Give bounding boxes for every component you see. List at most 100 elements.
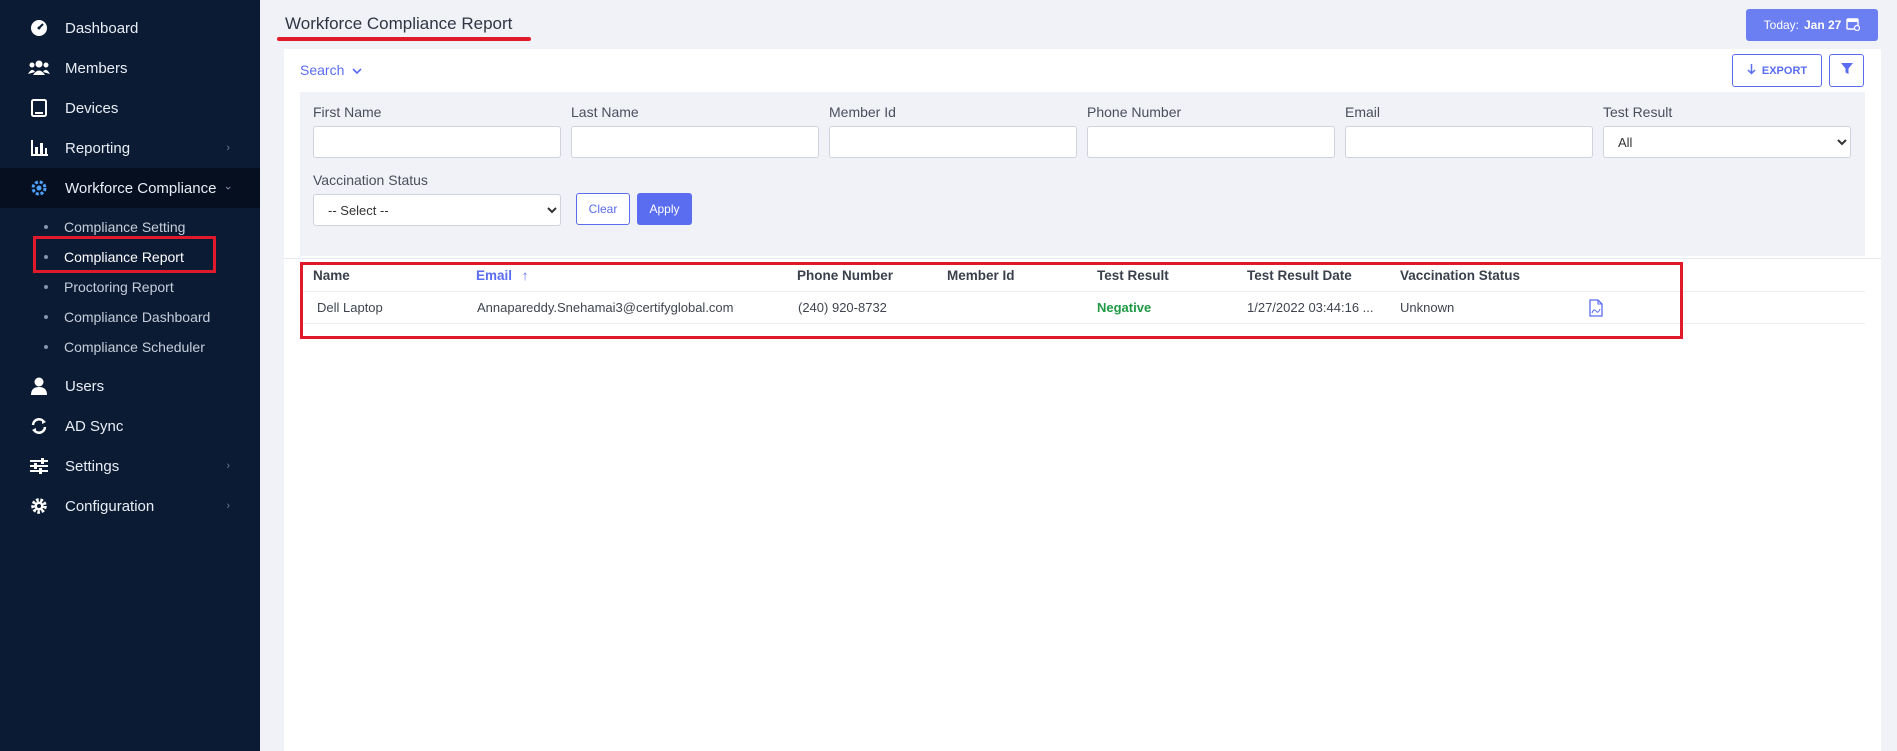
sidebar-item-label: Settings (65, 457, 120, 475)
test-result-label: Test Result (1603, 104, 1673, 120)
email-label: Email (1345, 104, 1381, 120)
tablet-icon (28, 97, 50, 119)
submenu-item-label: Compliance Setting (64, 219, 186, 235)
sidebar-item-label: Configuration (65, 497, 155, 515)
table-row[interactable]: Dell Laptop Annapareddy.Snehamai3@certif… (300, 292, 1865, 324)
test-result-field-group: Test Result All (1603, 104, 1851, 158)
cell-phone: (240) 920-8732 (798, 300, 887, 315)
results-table: Name Email ↑ Phone Number Member Id Test… (300, 260, 1865, 324)
column-header-name[interactable]: Name (313, 260, 350, 292)
sidebar-item-members[interactable]: Members (0, 48, 260, 88)
chevron-right-icon: › (226, 500, 230, 512)
sort-ascending-icon: ↑ (521, 268, 529, 283)
sidebar-item-configuration[interactable]: Configuration › (0, 486, 260, 526)
sidebar-item-reporting[interactable]: Reporting › (0, 128, 260, 168)
today-label: Today: (1763, 18, 1799, 32)
cog-icon (28, 495, 50, 517)
submenu-item-compliance-scheduler[interactable]: Compliance Scheduler (0, 332, 260, 362)
export-button[interactable]: EXPORT (1732, 54, 1822, 87)
submenu-item-label: Compliance Report (64, 249, 184, 265)
vaccination-status-label: Vaccination Status (313, 172, 428, 188)
divider (284, 258, 1881, 259)
bullet-icon (44, 285, 48, 289)
last-name-field-group: Last Name (571, 104, 819, 158)
last-name-input[interactable] (571, 126, 819, 158)
sidebar-item-dashboard[interactable]: Dashboard (0, 8, 260, 48)
search-toggle[interactable]: Search (300, 62, 362, 78)
page-title: Workforce Compliance Report (285, 14, 513, 33)
sidebar-item-label: Dashboard (65, 19, 139, 37)
submenu-item-compliance-report[interactable]: Compliance Report (0, 242, 260, 272)
column-header-member-id[interactable]: Member Id (947, 260, 1015, 292)
submenu-item-label: Compliance Scheduler (64, 339, 205, 355)
column-header-vaccination-status[interactable]: Vaccination Status (1400, 260, 1520, 292)
email-input[interactable] (1345, 126, 1593, 158)
vaccination-status-field-group: Vaccination Status -- Select -- (313, 172, 561, 226)
table-header-row: Name Email ↑ Phone Number Member Id Test… (300, 260, 1865, 292)
chevron-right-icon: › (226, 460, 230, 472)
cell-test-result-date: 1/27/2022 03:44:16 ... (1247, 300, 1374, 315)
pdf-document-icon[interactable] (1589, 299, 1603, 317)
bullet-icon (44, 255, 48, 259)
sidebar-item-label: AD Sync (65, 417, 124, 435)
search-toggle-label: Search (300, 62, 345, 78)
sidebar-item-settings[interactable]: Settings › (0, 446, 260, 486)
filter-panel: First Name Last Name Member Id Phone Num… (300, 92, 1865, 256)
submenu-item-compliance-setting[interactable]: Compliance Setting (0, 212, 260, 242)
title-highlight-underline (277, 37, 531, 41)
sidebar-item-devices[interactable]: Devices (0, 88, 260, 128)
cell-vaccination-status: Unknown (1400, 300, 1455, 315)
bullet-icon (44, 345, 48, 349)
download-arrow-icon (1747, 63, 1756, 78)
bar-chart-icon (28, 137, 50, 159)
apply-button[interactable]: Apply (637, 193, 692, 225)
email-field-group: Email (1345, 104, 1593, 158)
sync-icon (28, 415, 50, 437)
vaccination-status-select[interactable]: -- Select -- (313, 194, 561, 226)
sliders-icon (28, 455, 50, 477)
gear-icon (28, 177, 50, 199)
user-icon (28, 375, 50, 397)
phone-number-input[interactable] (1087, 126, 1335, 158)
phone-number-label: Phone Number (1087, 104, 1182, 120)
sidebar-item-label: Workforce Compliance (65, 179, 217, 197)
column-header-email-label: Email (476, 268, 513, 283)
cell-name: Dell Laptop (317, 300, 383, 315)
first-name-input[interactable] (313, 126, 561, 158)
member-id-field-group: Member Id (829, 104, 1077, 158)
column-header-test-result[interactable]: Test Result (1097, 260, 1169, 292)
submenu-item-proctoring-report[interactable]: Proctoring Report (0, 272, 260, 302)
today-date-button[interactable]: Today: Jan 27 (1746, 9, 1878, 41)
sidebar-item-workforce-compliance[interactable]: Workforce Compliance › (0, 168, 260, 208)
column-header-phone-number[interactable]: Phone Number (797, 260, 893, 292)
calendar-icon (1846, 17, 1861, 34)
report-card: Search EXPORT First Name Last Name Membe… (284, 49, 1881, 751)
last-name-label: Last Name (571, 104, 639, 120)
sidebar-item-ad-sync[interactable]: AD Sync (0, 406, 260, 446)
phone-number-field-group: Phone Number (1087, 104, 1335, 158)
filter-icon (1840, 62, 1853, 80)
today-date: Jan 27 (1804, 18, 1842, 32)
column-header-test-result-date[interactable]: Test Result Date (1247, 260, 1352, 292)
member-id-input[interactable] (829, 126, 1077, 158)
speedometer-icon (28, 17, 50, 39)
bullet-icon (44, 315, 48, 319)
export-label: EXPORT (1761, 64, 1808, 77)
test-result-select[interactable]: All (1603, 126, 1851, 158)
first-name-field-group: First Name (313, 104, 561, 158)
bullet-icon (44, 225, 48, 229)
chevron-right-icon: › (226, 142, 230, 154)
chevron-down-icon (352, 62, 362, 78)
submenu-item-compliance-dashboard[interactable]: Compliance Dashboard (0, 302, 260, 332)
compliance-submenu: Compliance Setting Compliance Report Pro… (0, 208, 260, 366)
chevron-down-icon: › (222, 186, 235, 190)
clear-button[interactable]: Clear (576, 193, 630, 225)
filter-button[interactable] (1829, 54, 1864, 87)
sidebar: Dashboard Members Devices Reporting › Wo… (0, 0, 260, 751)
sidebar-item-label: Devices (65, 99, 119, 117)
cell-email: Annapareddy.Snehamai3@certifyglobal.com (477, 300, 734, 315)
column-header-email[interactable]: Email ↑ (476, 260, 529, 292)
sidebar-item-label: Users (65, 377, 105, 395)
sidebar-item-users[interactable]: Users (0, 366, 260, 406)
submenu-item-label: Compliance Dashboard (64, 309, 211, 325)
